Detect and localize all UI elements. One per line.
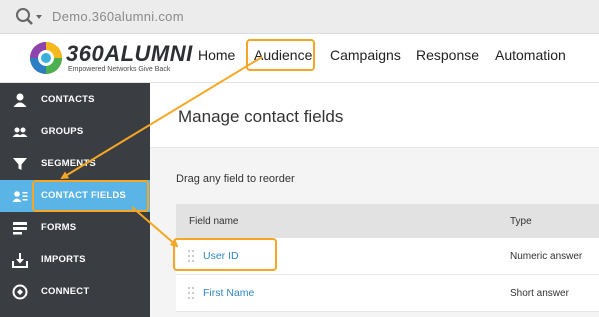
nav-response[interactable]: Response [416, 47, 479, 63]
logo[interactable]: 360ALUMNI Empowered Networks Give Back [28, 39, 192, 79]
sidebar-item-segments[interactable]: SEGMENTS [0, 148, 150, 180]
main-content: Manage contact fields Drag any field to … [150, 83, 599, 317]
audience-highlight-box [246, 39, 315, 71]
fields-panel: Drag any field to reorder Field name Typ… [150, 148, 599, 317]
logo-text: 360ALUMNI [66, 41, 193, 66]
sidebar-item-connect[interactable]: CONNECT [0, 276, 150, 308]
field-type: Short answer [510, 288, 569, 299]
sidebar-item-groups[interactable]: GROUPS [0, 116, 150, 148]
table-row[interactable]: First Name Short answer [176, 275, 599, 312]
import-icon [12, 253, 28, 268]
url-text[interactable]: Demo.360alumni.com [52, 9, 184, 24]
table-header: Field name Type [176, 204, 599, 238]
logo-globe-icon [30, 42, 62, 74]
column-header-field-name[interactable]: Field name [189, 216, 238, 227]
sidebar-item-label: GROUPS [41, 126, 84, 137]
person-icon [13, 93, 27, 107]
column-header-type[interactable]: Type [510, 216, 532, 227]
sidebar-item-contacts[interactable]: CONTACTS [0, 84, 150, 116]
dropdown-arrow-icon [36, 15, 42, 19]
group-icon [12, 127, 28, 137]
nav-automation[interactable]: Automation [495, 47, 566, 63]
connect-icon [12, 284, 28, 300]
sidebar-item-label: CONTACTS [41, 94, 95, 105]
drag-handle-icon[interactable] [187, 286, 195, 300]
page-header: Manage contact fields [150, 83, 599, 148]
sidebar-item-label: FORMS [41, 222, 77, 233]
filter-icon [13, 158, 27, 170]
field-name-link[interactable]: First Name [203, 287, 254, 299]
logo-tagline: Empowered Networks Give Back [68, 66, 171, 73]
page-title: Manage contact fields [178, 107, 344, 126]
nav-home[interactable]: Home [198, 47, 235, 63]
nav-campaigns[interactable]: Campaigns [330, 47, 401, 63]
form-icon [13, 222, 27, 235]
browser-address-bar: Demo.360alumni.com [0, 0, 599, 34]
reorder-hint: Drag any field to reorder [176, 173, 295, 185]
search-icon[interactable] [14, 6, 46, 28]
contact-fields-icon [12, 191, 28, 202]
field-type: Numeric answer [510, 251, 583, 262]
sidebar-item-imports[interactable]: IMPORTS [0, 244, 150, 276]
user-id-highlight-box [173, 238, 277, 271]
sidebar-item-label: IMPORTS [41, 254, 86, 265]
contact-fields-highlight-box [32, 180, 149, 212]
sidebar-item-label: CONNECT [41, 286, 90, 297]
sidebar-item-label: SEGMENTS [41, 158, 96, 169]
sidebar-item-forms[interactable]: FORMS [0, 212, 150, 244]
